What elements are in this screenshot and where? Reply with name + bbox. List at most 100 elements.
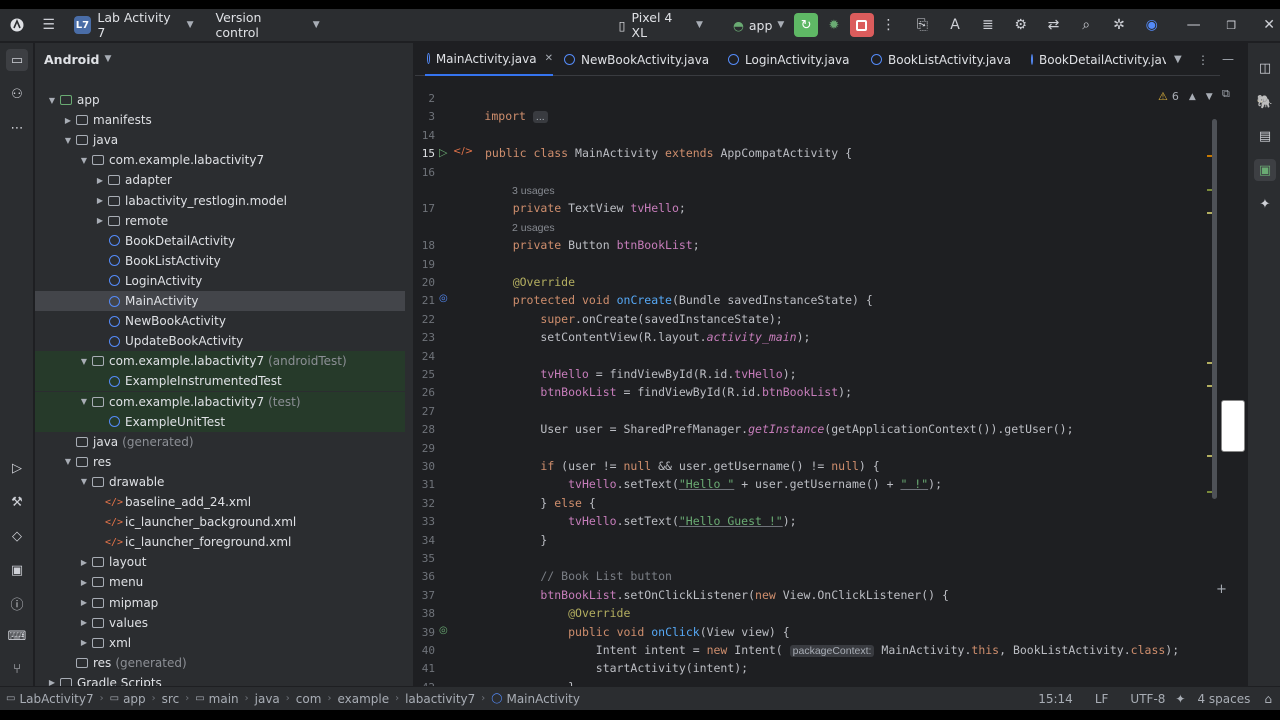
code-area[interactable]: ›import ... public class MainActivity ext… [485,76,1215,695]
tab-login-activity[interactable]: LoginActivity.java [728,43,850,76]
sync-icon[interactable]: ⇄ [1043,14,1065,36]
vcs-menu[interactable]: Version control ▼ [216,10,320,40]
chevron-right-icon[interactable]: ▶ [93,196,107,205]
running-devices-thumbnail[interactable] [1221,400,1245,452]
chevron-right-icon[interactable]: ▶ [77,558,91,567]
chevron-right-icon[interactable]: ▶ [93,216,107,225]
line-separator[interactable]: LF [1095,692,1109,706]
apply-changes-button[interactable]: ↻ [794,13,819,37]
tree-item[interactable]: ▼ res [35,452,405,472]
tree-item[interactable]: </> ic_launcher_background.xml [35,512,405,532]
project-selector[interactable]: L7 Lab Activity 7 ▼ [73,10,194,40]
breadcrumb-item[interactable]: LabActivity7 [19,692,93,706]
debug-button[interactable]: ✹ [822,13,846,37]
tab-book-detail-activity[interactable]: BookDetailActivity.java [1031,43,1166,76]
breadcrumb-item[interactable]: MainActivity [506,692,580,706]
chevron-down-icon[interactable]: ▼ [77,477,91,486]
tree-item[interactable]: ▶ manifests [35,110,405,130]
caret-position[interactable]: 15:14 [1038,692,1073,706]
run-config-selector[interactable]: ◓ app ▼ [733,18,784,33]
device-manager-icon[interactable]: ⎘ [911,14,933,36]
gradle-icon[interactable]: 🐘 [1254,91,1276,113]
tabs-overflow-chevron-icon[interactable]: ▼ [1174,43,1182,76]
translate-icon[interactable]: A [944,14,966,36]
breadcrumb-item[interactable]: example [337,692,389,706]
minimize-icon[interactable]: — [1183,14,1205,36]
breadcrumb-item[interactable]: java [255,692,280,706]
device-selector[interactable]: ▯ Pixel 4 XL ▼ [619,10,703,40]
device-file-icon[interactable]: ▤ [1254,125,1276,147]
tree-item[interactable]: ▶ adapter [35,170,405,190]
tree-item[interactable]: ▼ com.example.labactivity7 (androidTest) [35,351,405,372]
tree-item[interactable]: BookListActivity [35,251,405,271]
chevron-right-icon[interactable]: ▶ [93,176,107,185]
reader-mode-icon[interactable]: ⧉ [1222,87,1230,101]
tree-item[interactable]: ExampleInstrumentedTest [35,371,405,392]
close-tab-icon[interactable]: ✕ [545,53,553,64]
run-gutter-icon[interactable]: ▷ [439,146,447,159]
usages-hint[interactable]: 2 usages [512,222,555,234]
chevron-down-icon[interactable]: ▼ [61,457,75,466]
tree-item[interactable]: ▶ mipmap [35,593,405,613]
breadcrumb-item[interactable]: app [123,692,146,706]
tree-item[interactable]: ▼ com.example.labactivity7 [35,150,405,170]
gemini-icon[interactable]: ✦ [1254,193,1276,215]
code-gutter-icon[interactable]: </> [453,146,473,157]
chevron-right-icon[interactable]: ▶ [77,578,91,587]
search-icon[interactable]: ⌕ [1075,14,1097,36]
tree-item[interactable]: ▶ layout [35,552,405,572]
app-inspection-icon[interactable]: ▣ [6,559,28,581]
tree-item[interactable]: UpdateBookActivity [35,331,405,351]
run-tool-icon[interactable]: ▷ [6,457,28,479]
tree-item[interactable]: java (generated) [35,432,405,452]
settings-icon[interactable]: ✲ [1108,14,1130,36]
running-devices-icon[interactable]: ▣ [1254,159,1276,181]
usages-hint[interactable]: 3 usages [512,185,555,197]
tree-item[interactable]: ▶ values [35,613,405,633]
tree-item[interactable]: ▼ drawable [35,472,405,492]
chevron-down-icon[interactable]: ▼ [61,136,75,145]
tree-item[interactable]: ▼ app [35,90,405,110]
problems-icon[interactable]: ⓘ [6,592,28,614]
tab-book-list-activity[interactable]: BookListActivity.java [871,43,1011,76]
tree-item[interactable]: ▼ java [35,130,405,150]
close-icon[interactable]: ✕ [1258,14,1280,36]
override-gutter-icon[interactable]: ◎ [439,625,448,636]
terminal-icon[interactable]: ⌨ [6,625,28,647]
tree-item[interactable]: BookDetailActivity [35,231,405,251]
stop-button[interactable] [849,13,874,37]
tree-item[interactable]: MainActivity [35,291,405,311]
android-studio-icon[interactable] [6,14,28,36]
breadcrumb-item[interactable]: com [296,692,322,706]
chevron-right-icon[interactable]: ▶ [77,638,91,647]
notifications-icon[interactable]: ◫ [1254,57,1276,79]
file-encoding[interactable]: UTF-8 [1130,692,1165,706]
resource-manager-icon[interactable]: ⚇ [6,83,28,105]
tree-item[interactable]: LoginActivity [35,271,405,291]
gem-icon[interactable]: ◇ [6,525,28,547]
notifications-minimize-icon[interactable]: — [1222,52,1234,66]
override-gutter-icon[interactable]: ◎ [439,293,448,304]
build-hammer-icon[interactable]: ⚒ [6,491,28,513]
more-actions-icon[interactable]: ⋮ [878,14,900,36]
more-tools-icon[interactable]: ⋯ [6,117,28,139]
tab-new-book-activity[interactable]: NewBookActivity.java [564,43,709,76]
chevron-down-icon[interactable]: ▼ [77,397,91,406]
tree-item[interactable]: </> baseline_add_24.xml [35,492,405,512]
chevron-down-icon[interactable]: ▼ [77,357,91,366]
account-icon[interactable]: ◉ [1141,14,1163,36]
project-folder-icon[interactable]: ▭ [6,49,28,71]
tree-item[interactable]: ▶ remote [35,211,405,231]
tabs-more-icon[interactable]: ⋮ [1197,43,1209,76]
lock-icon[interactable]: ⌂ [1264,692,1272,706]
tree-item[interactable]: ▶ menu [35,572,405,592]
maximize-icon[interactable]: ❐ [1220,14,1242,36]
add-icon[interactable]: + [1216,582,1227,597]
indent-setting[interactable]: 4 spaces [1197,692,1250,706]
tree-item[interactable]: NewBookActivity [35,311,405,331]
tab-main-activity[interactable]: MainActivity.java ✕ [425,43,553,76]
tree-item[interactable]: res (generated) [35,653,405,673]
project-view-selector[interactable]: Android ▼ [35,43,413,75]
git-icon[interactable]: ⑂ [6,658,28,680]
tree-item[interactable]: ExampleUnitTest [35,411,405,432]
